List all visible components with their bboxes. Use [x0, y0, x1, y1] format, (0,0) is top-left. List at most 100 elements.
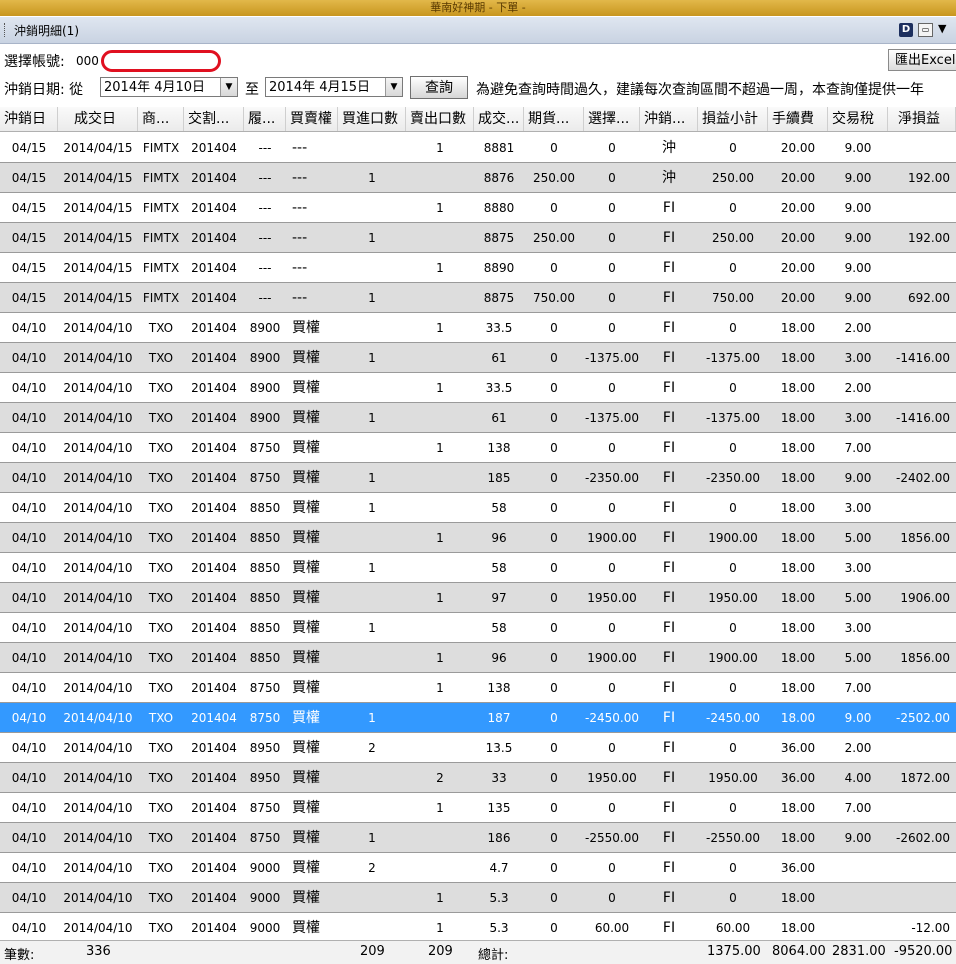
cell-futures: 0 — [550, 771, 558, 785]
table-row[interactable]: 04/10 2014/04/10 TXO 201404 8850 買權 1 58 0 0 FI 0 18… — [0, 553, 956, 583]
date-to-picker[interactable]: 2014年 4月15日 ▼ — [265, 77, 403, 97]
col-header-price[interactable]: 成交... — [474, 107, 524, 131]
cell-price: 13.5 — [485, 741, 513, 755]
cell-net-pnl: -12.00 — [911, 921, 950, 935]
drag-grip[interactable] — [4, 23, 7, 37]
cell-buy-qty: 1 — [368, 411, 376, 425]
cell-futures: 0 — [550, 801, 558, 815]
table-row[interactable]: 04/10 2014/04/10 TXO 201404 8900 買權 1 33.5 0 0 FI 0… — [0, 313, 956, 343]
table-row[interactable]: 04/10 2014/04/10 TXO 201404 8750 買權 1 138 0 0 FI 0 1… — [0, 433, 956, 463]
cell-options: 0 — [608, 171, 616, 185]
cell-delivery: 201404 — [191, 201, 237, 215]
cell-product: FIMTX — [142, 261, 180, 275]
table-row[interactable]: 04/10 2014/04/10 TXO 201404 8750 買權 1 185 0 -2350… — [0, 463, 956, 493]
cell-product: TXO — [148, 681, 174, 695]
account-label: 選擇帳號: — [4, 54, 65, 70]
col-header-options[interactable]: 選擇... — [584, 107, 640, 131]
col-header-call-put[interactable]: 買賣權 — [286, 107, 338, 131]
cell-trade-date: 2014/04/10 — [63, 501, 133, 515]
table-row[interactable]: 04/15 2014/04/15 FIMTX 201404 --- --- 1 8890 0 0 F… — [0, 253, 956, 283]
table-row[interactable]: 04/10 2014/04/10 TXO 201404 9000 買權 2 4.7 0 0 FI 0 3… — [0, 853, 956, 883]
cell-offset-type: FI — [662, 560, 676, 576]
cell-net-pnl: -2602.00 — [896, 831, 950, 845]
table-row[interactable]: 04/10 2014/04/10 TXO 201404 8750 買權 1 138 0 0 FI 0 1… — [0, 673, 956, 703]
cell-price: 33.5 — [485, 381, 513, 395]
cell-pnl-subtotal: 0 — [729, 801, 737, 815]
cell-delivery: 201404 — [191, 411, 237, 425]
table-row[interactable]: 04/10 2014/04/10 TXO 201404 8950 買權 2 33 0 1950.0… — [0, 763, 956, 793]
cell-call-put: --- — [292, 140, 308, 156]
window-icon[interactable]: ▭ — [918, 23, 933, 37]
table-row[interactable]: 04/10 2014/04/10 TXO 201404 8900 買權 1 61 0 -1375.… — [0, 403, 956, 433]
cell-settle-date: 04/10 — [11, 561, 47, 575]
cell-options: 0 — [608, 291, 616, 305]
table-row[interactable]: 04/15 2014/04/15 FIMTX 201404 --- --- 1 8876 250… — [0, 163, 956, 193]
cell-price: 96 — [491, 531, 507, 545]
cell-buy-qty: 2 — [368, 861, 376, 875]
cell-pnl-subtotal: 0 — [729, 681, 737, 695]
query-button[interactable]: 查詢 — [410, 76, 468, 99]
date-from-picker[interactable]: 2014年 4月10日 ▼ — [100, 77, 238, 97]
col-header-net-pnl[interactable]: 淨損益 — [888, 107, 956, 131]
date-to-dropdown-icon[interactable]: ▼ — [385, 78, 402, 96]
cell-fee: 18.00 — [780, 651, 816, 665]
col-header-tax[interactable]: 交易稅 — [828, 107, 888, 131]
cell-trade-date: 2014/04/10 — [63, 351, 133, 365]
dropdown-arrow-icon[interactable]: ▼ — [938, 22, 946, 35]
col-header-trade-date[interactable]: 成交日 — [58, 107, 138, 131]
sell-total: 209 — [428, 944, 453, 959]
table-row[interactable]: 04/10 2014/04/10 TXO 201404 8950 買權 2 13.5 0 0 FI 0… — [0, 733, 956, 763]
table-row[interactable]: 04/10 2014/04/10 TXO 201404 8900 買權 1 33.5 0 0 FI 0… — [0, 373, 956, 403]
cell-tax: 2.00 — [844, 381, 872, 395]
cell-delivery: 201404 — [191, 681, 237, 695]
table-row[interactable]: 04/10 2014/04/10 TXO 201404 8850 買權 1 58 0 0 FI 0 18… — [0, 493, 956, 523]
export-excel-button[interactable]: 匯出Excel — [888, 49, 956, 71]
cell-price: 97 — [491, 591, 507, 605]
table-row[interactable]: 04/10 2014/04/10 TXO 201404 8850 買權 1 58 0 0 FI 0 18… — [0, 613, 956, 643]
table-row[interactable]: 04/10 2014/04/10 TXO 201404 8850 買權 1 96 0 1900.0… — [0, 643, 956, 673]
cell-fee: 20.00 — [780, 291, 816, 305]
cell-strike: 8900 — [249, 381, 281, 395]
date-from-dropdown-icon[interactable]: ▼ — [220, 78, 237, 96]
cell-futures: 0 — [550, 141, 558, 155]
table-row[interactable]: 04/10 2014/04/10 TXO 201404 8750 買權 1 186 0 -2550… — [0, 823, 956, 853]
cell-tax: 7.00 — [844, 681, 872, 695]
table-row[interactable]: 04/10 2014/04/10 TXO 201404 8900 買權 1 61 0 -1375.… — [0, 343, 956, 373]
col-header-sell-qty[interactable]: 賣出口數 — [406, 107, 474, 131]
col-header-settle-date[interactable]: 沖銷日 — [0, 107, 58, 131]
cell-offset-type: FI — [662, 500, 676, 516]
cell-net-pnl: 1856.00 — [900, 531, 950, 545]
table-row[interactable]: 04/15 2014/04/15 FIMTX 201404 --- --- 1 8875 250… — [0, 223, 956, 253]
table-row[interactable]: 04/15 2014/04/15 FIMTX 201404 --- --- 1 8880 0 0 F… — [0, 193, 956, 223]
cell-trade-date: 2014/04/10 — [63, 741, 133, 755]
col-header-strike[interactable]: 履... — [244, 107, 286, 131]
col-header-fee[interactable]: 手續費 — [768, 107, 828, 131]
cell-sell-qty: 1 — [436, 141, 444, 155]
cell-delivery: 201404 — [191, 531, 237, 545]
table-row[interactable]: 04/10 2014/04/10 TXO 201404 8750 買權 1 135 0 0 FI 0 1… — [0, 793, 956, 823]
table-row[interactable]: 04/10 2014/04/10 TXO 201404 9000 買權 1 5.3 0 60.00… — [0, 913, 956, 943]
cell-net-pnl — [888, 133, 956, 163]
col-header-buy-qty[interactable]: 買進口數 — [338, 107, 406, 131]
col-header-offset-type[interactable]: 沖銷... — [640, 107, 698, 131]
table-row[interactable]: 04/10 2014/04/10 TXO 201404 8850 買權 1 96 0 1900.0… — [0, 523, 956, 553]
table-row[interactable]: 04/15 2014/04/15 FIMTX 201404 --- --- 1 8875 750… — [0, 283, 956, 313]
cell-delivery: 201404 — [191, 321, 237, 335]
cell-buy-qty — [338, 193, 406, 223]
cell-call-put: 買權 — [292, 530, 320, 546]
cell-futures: 0 — [550, 531, 558, 545]
table-row[interactable]: 04/10 2014/04/10 TXO 201404 9000 買權 1 5.3 0 0 FI 0 1… — [0, 883, 956, 913]
col-header-product[interactable]: 商... — [138, 107, 184, 131]
cell-strike: 8850 — [249, 531, 281, 545]
col-header-futures[interactable]: 期貨... — [524, 107, 584, 131]
table-row[interactable]: 04/15 2014/04/15 FIMTX 201404 --- --- 1 8881 0 0 沖… — [0, 133, 956, 163]
col-header-pnl-subtotal[interactable]: 損益小計 — [698, 107, 768, 131]
d-logo-icon[interactable]: D — [899, 23, 913, 37]
col-header-delivery[interactable]: 交割... — [184, 107, 244, 131]
date-from-label: 沖銷日期: 從 — [4, 82, 84, 98]
table-row[interactable]: 04/10 2014/04/10 TXO 201404 8850 買權 1 97 0 1950.0… — [0, 583, 956, 613]
cell-buy-qty — [338, 883, 406, 913]
cell-pnl-subtotal: 0 — [729, 861, 737, 875]
cell-fee: 18.00 — [780, 591, 816, 605]
table-row[interactable]: 04/10 2014/04/10 TXO 201404 8750 買權 1 187 0 -2450… — [0, 703, 956, 733]
